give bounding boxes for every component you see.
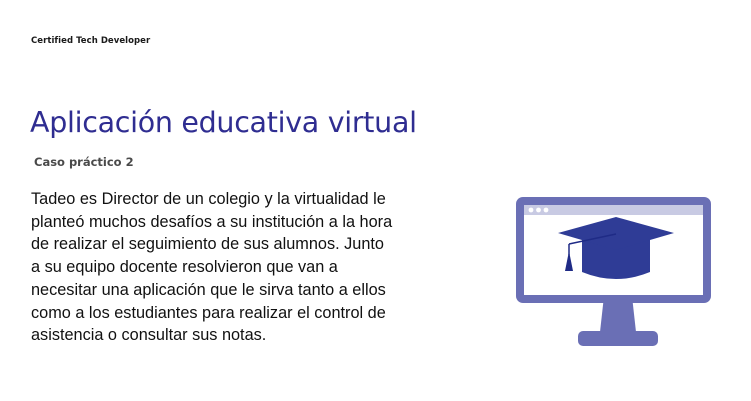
illustration — [512, 193, 712, 351]
brand-label: Certified Tech Developer — [31, 36, 151, 46]
window-dot-1 — [528, 207, 534, 213]
window-title-bar — [524, 205, 703, 215]
window-dot-3 — [543, 207, 549, 213]
case-description: Tadeo es Director de un colegio y la vir… — [31, 190, 393, 345]
monitor-graduation-cap-icon — [516, 197, 711, 346]
monitor-stand-base — [578, 331, 658, 346]
window-dot-2 — [536, 207, 541, 213]
page-title: Aplicación educativa virtual — [30, 106, 417, 139]
page-subtitle: Caso práctico 2 — [34, 155, 134, 169]
